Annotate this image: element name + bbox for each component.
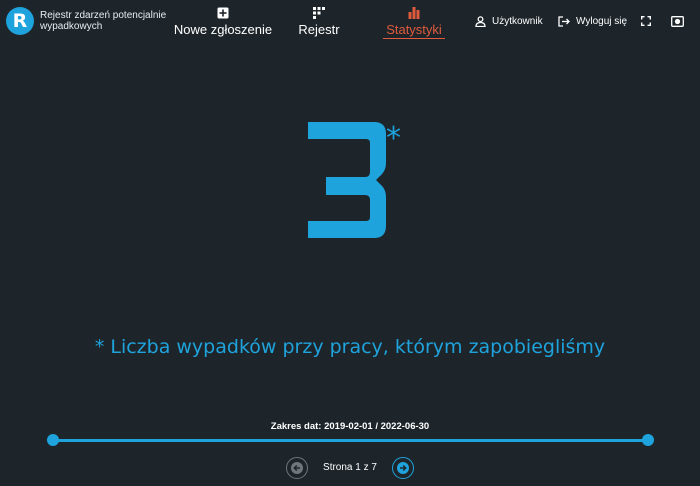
user-label: Użytkownik <box>492 15 543 27</box>
nav-statistics-label: Statystyki <box>386 22 442 37</box>
nav-statistics[interactable]: Statystyki <box>383 6 445 39</box>
nav-new-report-label: Nowe zgłoszenie <box>173 22 273 37</box>
app-logo[interactable]: R <box>6 7 34 35</box>
fullscreen-icon <box>641 16 651 26</box>
user-button[interactable]: Użytkownik <box>475 13 543 29</box>
top-nav-bar: R Rejestr zdarzeń potencjalnie wypadkowy… <box>0 0 700 44</box>
arrow-right-icon <box>397 462 409 474</box>
arrow-left-icon <box>291 462 303 474</box>
logout-icon <box>558 15 570 27</box>
page-indicator: Strona 1 z 7 <box>323 462 377 473</box>
logo-letter: R <box>12 10 28 32</box>
app-title: Rejestr zdarzeń potencjalnie wypadkowych <box>40 10 167 32</box>
bar-chart-icon <box>407 6 421 20</box>
banknote-icon <box>671 15 684 27</box>
next-page-button[interactable] <box>392 457 414 479</box>
date-range-end-handle[interactable] <box>642 434 654 446</box>
previous-page-button[interactable] <box>286 457 308 479</box>
statistic-caption: * Liczba wypadków przy pracy, którym zap… <box>94 336 606 358</box>
currency-button[interactable] <box>671 13 690 29</box>
logout-button[interactable]: Wyloguj się <box>558 13 627 29</box>
nav-new-report[interactable]: Nowe zgłoszenie <box>174 6 272 38</box>
date-range-start-handle[interactable] <box>47 434 59 446</box>
date-range-slider-track[interactable] <box>52 439 648 442</box>
date-range-label: Zakres dat: 2019-02-01 / 2022-06-30 <box>270 421 430 432</box>
nav-register-label: Rejestr <box>298 22 340 37</box>
plus-square-icon <box>216 6 230 20</box>
user-icon <box>475 15 486 27</box>
footnote-asterisk: * <box>386 121 401 156</box>
grid-icon <box>312 6 326 20</box>
nav-register[interactable]: Rejestr <box>296 6 342 38</box>
active-tab-underline <box>383 38 445 39</box>
logout-label: Wyloguj się <box>576 15 628 27</box>
fullscreen-button[interactable] <box>641 13 657 29</box>
big-number-glyph <box>308 122 386 238</box>
